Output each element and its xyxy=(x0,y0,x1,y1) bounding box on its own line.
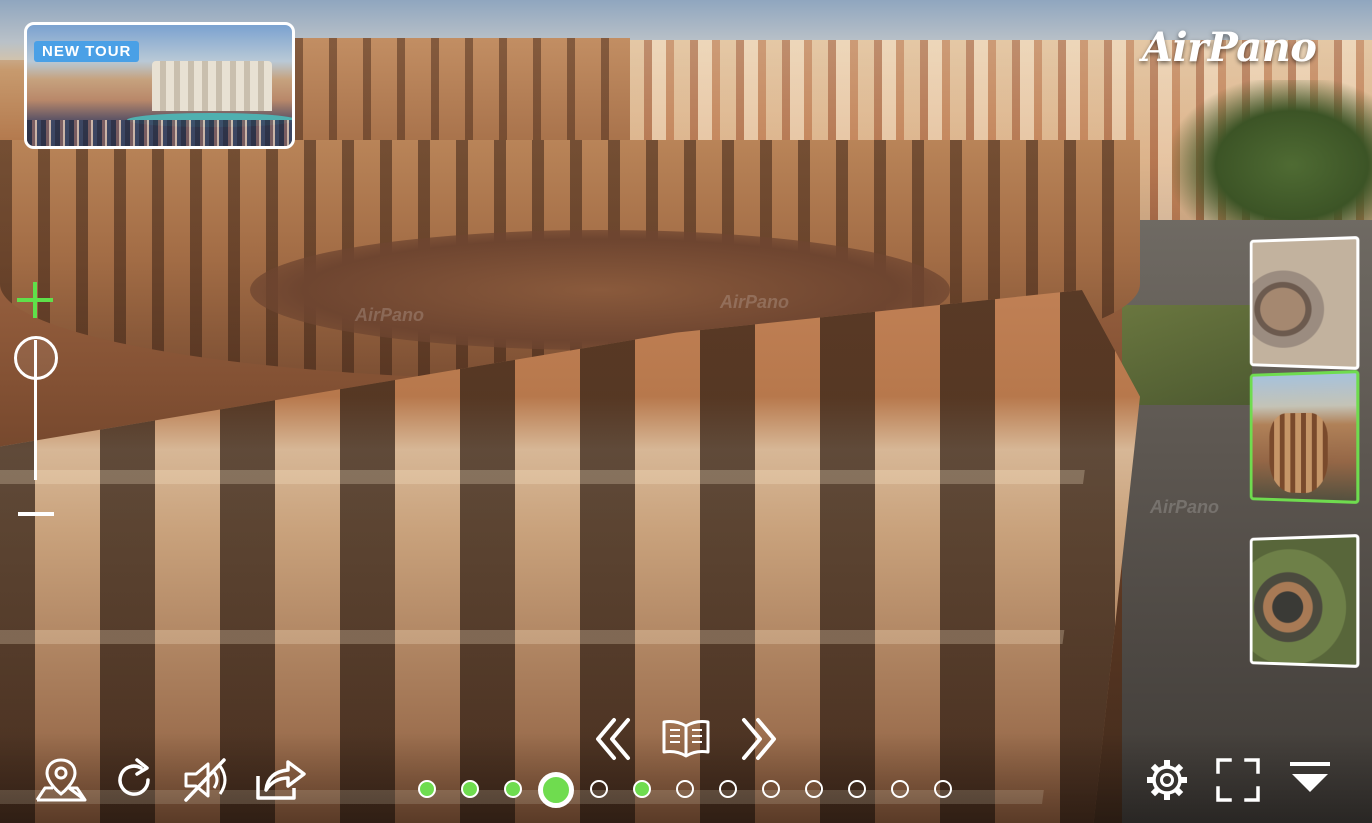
sound-muted-icon xyxy=(184,758,227,802)
watermark: AirPano xyxy=(355,305,425,325)
panorama-pagination xyxy=(418,772,958,808)
new-tour-badge: NEW TOUR xyxy=(34,41,140,62)
autorotate-button[interactable] xyxy=(110,756,160,804)
settings-gear-icon xyxy=(1147,760,1187,800)
pagination-dot[interactable] xyxy=(805,780,823,798)
share-icon xyxy=(256,760,306,800)
next-panorama-button[interactable] xyxy=(738,716,780,762)
watermark: AirPano xyxy=(1150,497,1220,517)
zoom-in-button[interactable] xyxy=(15,280,55,320)
pagination-dot[interactable] xyxy=(633,780,651,798)
pagination-dot[interactable] xyxy=(590,780,608,798)
previous-panorama-button[interactable] xyxy=(592,716,634,762)
watermark: AirPano xyxy=(720,292,790,312)
book-icon xyxy=(662,720,710,758)
location-button[interactable] xyxy=(33,756,89,804)
colosseum-upper-wall xyxy=(295,38,630,148)
description-button[interactable] xyxy=(660,718,712,760)
zoom-slider-handle[interactable] xyxy=(14,336,58,380)
airpano-logo[interactable]: AirPano xyxy=(1142,24,1317,71)
pagination-dot[interactable] xyxy=(934,780,952,798)
rotate-icon xyxy=(118,758,150,796)
fullscreen-icon xyxy=(1216,758,1260,802)
pagination-dot[interactable] xyxy=(848,780,866,798)
pagination-dot[interactable] xyxy=(719,780,737,798)
new-tour-preview[interactable]: NEW TOUR xyxy=(24,22,295,149)
sound-toggle-button[interactable] xyxy=(180,756,232,804)
previous-icon xyxy=(596,718,630,760)
pagination-dot-current[interactable] xyxy=(538,772,574,808)
zoom-out-button[interactable] xyxy=(16,502,56,526)
pagination-dot[interactable] xyxy=(762,780,780,798)
collapse-menu-icon xyxy=(1290,762,1330,792)
crowd xyxy=(27,120,292,146)
collapse-menu-button[interactable] xyxy=(1288,758,1332,798)
thumbnail-colosseum-sunset[interactable] xyxy=(1249,370,1360,504)
zoom-control xyxy=(10,280,62,530)
panorama-thumbnails xyxy=(1247,236,1362,668)
pagination-dot[interactable] xyxy=(676,780,694,798)
pagination-dot[interactable] xyxy=(461,780,479,798)
colosseum-mini xyxy=(1269,412,1328,494)
pagination-dot[interactable] xyxy=(891,780,909,798)
location-pin-icon xyxy=(35,758,87,802)
next-icon xyxy=(742,718,776,760)
pagination-dot[interactable] xyxy=(504,780,522,798)
settings-button[interactable] xyxy=(1143,756,1191,804)
thumbnail-aerial-wide-view[interactable] xyxy=(1249,534,1360,668)
grass-area xyxy=(1122,305,1252,405)
trevi-fountain-image xyxy=(152,61,272,111)
thumbnail-aerial-top-view[interactable] xyxy=(1249,236,1360,370)
pagination-dot[interactable] xyxy=(418,780,436,798)
share-button[interactable] xyxy=(254,756,308,804)
fullscreen-button[interactable] xyxy=(1214,756,1262,804)
